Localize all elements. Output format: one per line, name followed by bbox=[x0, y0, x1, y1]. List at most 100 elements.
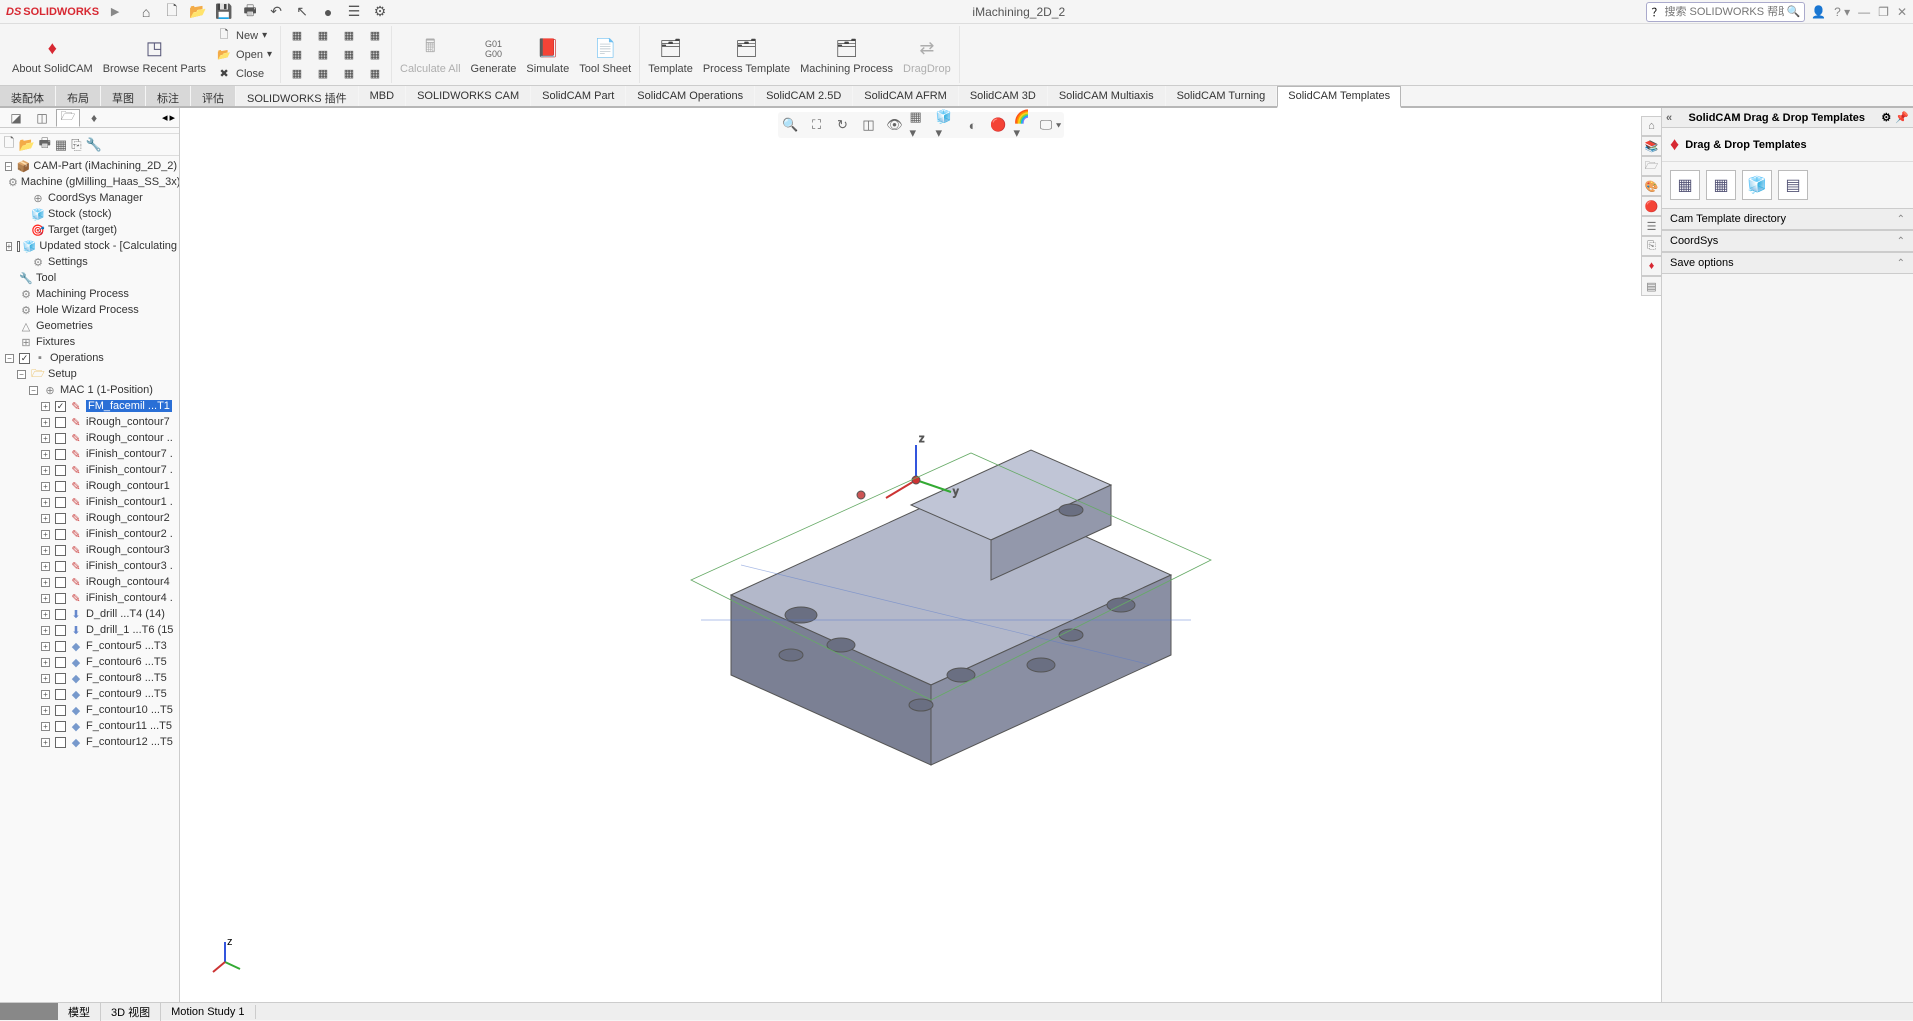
tree-tool-1[interactable]: 🗋 bbox=[4, 134, 14, 156]
taskpane-cam-icon[interactable]: ♦ bbox=[1641, 256, 1661, 276]
new-button[interactable]: 🗋New ▾ bbox=[212, 27, 276, 45]
checkbox[interactable]: ✓ bbox=[55, 401, 66, 412]
machining-process-button[interactable]: 🗂Machining Process bbox=[796, 33, 897, 77]
tpl-icon-4[interactable]: ▤ bbox=[1778, 170, 1808, 200]
help-dropdown-icon[interactable]: ? ▾ bbox=[1834, 5, 1850, 19]
tree-mid-item[interactable]: ⚙Hole Wizard Process bbox=[0, 302, 179, 318]
expander-icon[interactable]: − bbox=[5, 354, 14, 363]
tree-mid-item[interactable]: −✓▪Operations bbox=[0, 350, 179, 366]
tab-solidcam-turning[interactable]: SolidCAM Turning bbox=[1166, 86, 1277, 106]
tree-item[interactable]: ⚙Settings bbox=[0, 254, 179, 270]
section-cam-template[interactable]: Cam Template directory⌃ bbox=[1662, 208, 1913, 230]
vp-section-icon[interactable]: ◫ bbox=[858, 114, 880, 136]
panel-tab-1[interactable]: ◪ bbox=[4, 109, 28, 127]
options-list-icon[interactable]: ☰ bbox=[343, 2, 365, 22]
grid-btn-5[interactable]: ▦ bbox=[311, 46, 335, 64]
tab-solidcam-operations[interactable]: SolidCAM Operations bbox=[626, 86, 754, 106]
calculate-button[interactable]: 🖩Calculate All bbox=[396, 33, 465, 77]
expander-icon[interactable]: + bbox=[41, 706, 50, 715]
expander-icon[interactable]: + bbox=[41, 626, 50, 635]
print-icon[interactable]: 🖶 bbox=[239, 2, 261, 22]
checkbox[interactable] bbox=[55, 737, 66, 748]
vp-view-icon[interactable]: 👁 bbox=[884, 114, 906, 136]
grid-btn-9[interactable]: ▦ bbox=[337, 65, 361, 83]
grid-btn-6[interactable]: ▦ bbox=[311, 65, 335, 83]
tree-operation[interactable]: +◆F_contour12 ...T5 bbox=[0, 734, 179, 750]
expander-icon[interactable]: + bbox=[6, 242, 13, 251]
generate-button[interactable]: G01G00Generate bbox=[467, 33, 521, 77]
user-icon[interactable]: 👤 bbox=[1811, 5, 1826, 19]
taskpane-copy-icon[interactable]: ⎘ bbox=[1641, 236, 1661, 256]
vp-display-icon[interactable]: ▦ ▾ bbox=[910, 114, 932, 136]
tree-item[interactable]: 🎯Target (target) bbox=[0, 222, 179, 238]
tree-operation[interactable]: +◆F_contour6 ...T5 bbox=[0, 654, 179, 670]
checkbox[interactable] bbox=[55, 673, 66, 684]
tab-solidworks-cam[interactable]: SOLIDWORKS CAM bbox=[406, 86, 530, 106]
panel-tab-3[interactable]: 🗁 bbox=[56, 109, 80, 127]
expander-icon[interactable]: + bbox=[41, 498, 50, 507]
checkbox[interactable] bbox=[55, 657, 66, 668]
taskpane-list-icon[interactable]: ☰ bbox=[1641, 216, 1661, 236]
checkbox[interactable] bbox=[17, 241, 19, 252]
template-button[interactable]: 🗂Template bbox=[644, 33, 697, 77]
toolsheet-button[interactable]: 📄Tool Sheet bbox=[575, 33, 635, 77]
tree-operation[interactable]: +✎iRough_contour .. bbox=[0, 430, 179, 446]
checkbox[interactable] bbox=[55, 625, 66, 636]
tab-草图[interactable]: 草图 bbox=[101, 86, 145, 106]
expander-icon[interactable]: + bbox=[41, 658, 50, 667]
tree-operation[interactable]: +⬇D_drill ...T4 (14) bbox=[0, 606, 179, 622]
checkbox[interactable] bbox=[55, 577, 66, 588]
tree-setup[interactable]: −🗁Setup bbox=[0, 366, 179, 382]
tree-operation[interactable]: +✎iRough_contour1 bbox=[0, 478, 179, 494]
tree-operation[interactable]: +⬇D_drill_1 ...T6 (15 bbox=[0, 622, 179, 638]
expander-icon[interactable]: + bbox=[41, 450, 50, 459]
tree-operation[interactable]: +◆F_contour10 ...T5 bbox=[0, 702, 179, 718]
panel-pin-icon[interactable]: 📌 bbox=[1895, 111, 1909, 124]
vp-screen-icon[interactable]: 🖵 ▾ bbox=[1040, 114, 1062, 136]
close-icon[interactable]: ✕ bbox=[1897, 5, 1907, 19]
panel-tab-left-icon[interactable]: ◂ bbox=[162, 111, 168, 124]
expander-icon[interactable]: + bbox=[41, 642, 50, 651]
taskpane-view-icon[interactable]: 🎨 bbox=[1641, 176, 1661, 196]
search-icon[interactable]: 🔍 bbox=[1786, 5, 1800, 18]
orientation-triad[interactable]: z bbox=[205, 937, 245, 977]
tree-mid-item[interactable]: ⚙Machining Process bbox=[0, 286, 179, 302]
tree-mid-item[interactable]: ⊞Fixtures bbox=[0, 334, 179, 350]
grid-btn-1[interactable]: ▦ bbox=[285, 27, 309, 45]
grid-btn-3[interactable]: ▦ bbox=[285, 65, 309, 83]
undo-icon[interactable]: ↶ bbox=[265, 2, 287, 22]
taskpane-home-icon[interactable]: ⌂ bbox=[1641, 116, 1661, 136]
tree-operation[interactable]: +✎iRough_contour7 bbox=[0, 414, 179, 430]
tree-operation[interactable]: +✎iRough_contour3 bbox=[0, 542, 179, 558]
taskpane-file-icon[interactable]: 🗁 bbox=[1641, 156, 1661, 176]
tpl-icon-2[interactable]: ▦ bbox=[1706, 170, 1736, 200]
tree-item[interactable]: +🧊Updated stock - [Calculating bbox=[0, 238, 179, 254]
browse-button[interactable]: ◳ Browse Recent Parts bbox=[99, 33, 210, 77]
checkbox[interactable] bbox=[55, 561, 66, 572]
close-button[interactable]: ✖Close bbox=[212, 65, 276, 83]
vp-appear-icon[interactable]: 🔴 bbox=[988, 114, 1010, 136]
grid-btn-4[interactable]: ▦ bbox=[311, 27, 335, 45]
open-button[interactable]: 📂Open ▾ bbox=[212, 46, 276, 64]
expander-icon[interactable]: + bbox=[41, 418, 50, 427]
vp-zoomfit-icon[interactable]: ⛶ bbox=[806, 114, 828, 136]
tab-solidworks-插件[interactable]: SOLIDWORKS 插件 bbox=[236, 86, 358, 106]
tree-operation[interactable]: +✎iFinish_contour2 . bbox=[0, 526, 179, 542]
checkbox[interactable] bbox=[55, 465, 66, 476]
graphics-viewport[interactable]: 🔍 ⛶ ↻ ◫ 👁 ▦ ▾ 🧊 ▾ ◐ 🔴 🌈 ▾ 🖵 ▾ bbox=[180, 108, 1661, 1002]
expander-icon[interactable]: + bbox=[41, 690, 50, 699]
tree-item[interactable]: ⊕CoordSys Manager bbox=[0, 190, 179, 206]
expander-icon[interactable]: + bbox=[41, 738, 50, 747]
vp-cube-icon[interactable]: 🧊 ▾ bbox=[936, 114, 958, 136]
tab-标注[interactable]: 标注 bbox=[146, 86, 190, 106]
help-search-input[interactable] bbox=[1664, 6, 1784, 18]
checkbox[interactable] bbox=[55, 705, 66, 716]
section-save-options[interactable]: Save options⌃ bbox=[1662, 252, 1913, 274]
tree-tool-3[interactable]: 🖶 bbox=[39, 134, 51, 156]
tree-tool-6[interactable]: 🔧 bbox=[86, 137, 102, 153]
grid-btn-12[interactable]: ▦ bbox=[363, 65, 387, 83]
about-button[interactable]: ♦ About SolidCAM bbox=[8, 33, 97, 77]
checkbox[interactable] bbox=[55, 433, 66, 444]
expander-icon[interactable]: + bbox=[41, 514, 50, 523]
tree-item[interactable]: 🧊Stock (stock) bbox=[0, 206, 179, 222]
